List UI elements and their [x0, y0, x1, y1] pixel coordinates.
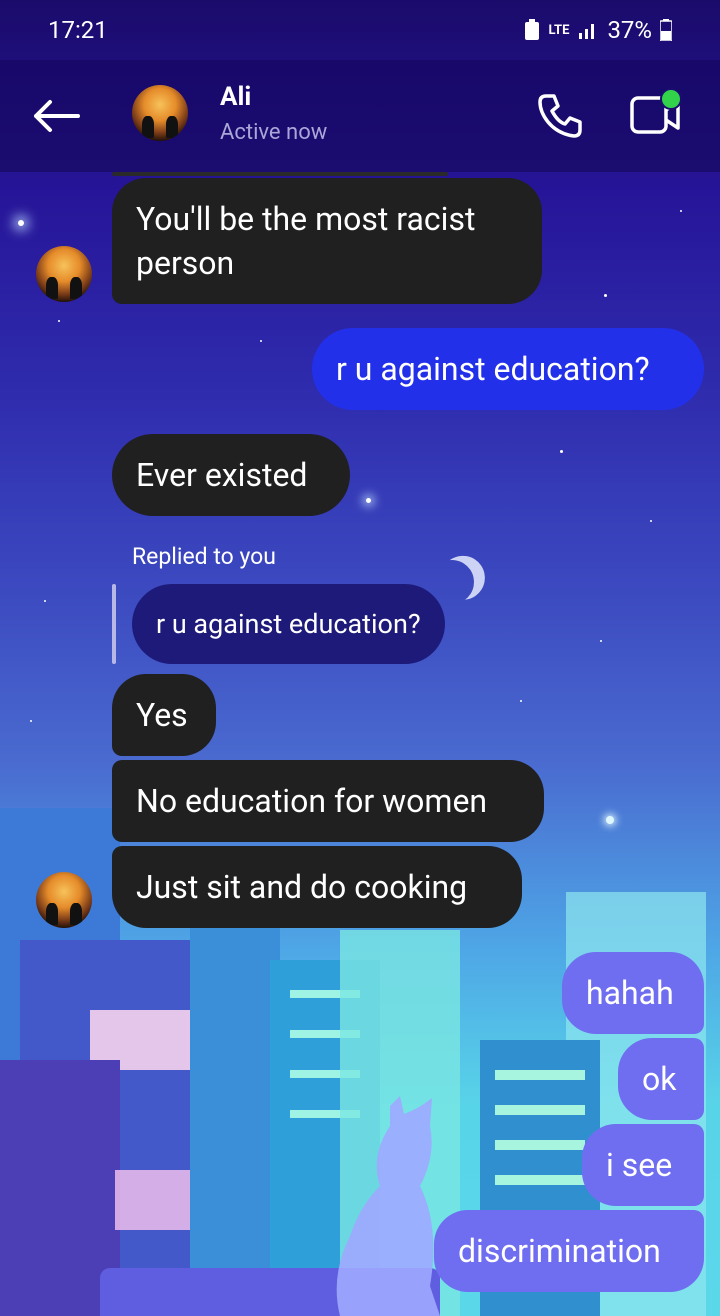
signal-icon — [579, 24, 595, 39]
incoming-message[interactable]: Yes — [112, 674, 216, 756]
phone-icon[interactable] — [536, 92, 584, 140]
message-text-line: You'll be the most racist — [136, 200, 476, 238]
quoted-text: r u against education? — [156, 608, 421, 640]
back-arrow-icon[interactable] — [30, 96, 82, 136]
sender-avatar[interactable] — [36, 872, 92, 928]
message-text: i see — [606, 1146, 673, 1184]
message-text-line: person — [136, 244, 235, 282]
battery-icon — [660, 19, 672, 41]
quoted-message[interactable]: r u against education? — [132, 584, 445, 664]
online-status-dot — [660, 88, 682, 110]
sender-avatar[interactable] — [36, 246, 92, 302]
outgoing-message[interactable]: r u against education? — [312, 328, 704, 410]
contact-status: Active now — [220, 120, 328, 145]
incoming-message[interactable]: No education for women — [112, 760, 544, 842]
outgoing-message[interactable]: discrimination — [434, 1210, 704, 1292]
contact-name[interactable]: Ali — [220, 82, 251, 112]
reply-indicator-bar — [112, 584, 116, 664]
message-text: r u against education? — [336, 350, 650, 388]
chat-header: Ali Active now — [0, 60, 720, 172]
message-text: Just sit and do cooking — [136, 868, 468, 906]
message-text: hahah — [586, 974, 674, 1012]
incoming-message[interactable]: Ever existed — [112, 434, 350, 516]
battery-percent: 37% — [607, 16, 652, 44]
message-text: discrimination — [458, 1232, 661, 1270]
cat-illustration — [336, 1096, 440, 1316]
scroll-edge — [112, 172, 448, 176]
status-bar: 17:21 LTE 37% — [0, 0, 720, 60]
outgoing-message[interactable]: hahah — [562, 952, 704, 1034]
message-text: ok — [642, 1060, 677, 1098]
incoming-message[interactable]: Just sit and do cooking — [112, 846, 522, 928]
message-text: Ever existed — [136, 456, 308, 494]
battery-saver-icon — [525, 19, 540, 40]
contact-avatar[interactable] — [132, 85, 188, 141]
status-indicators: LTE 37% — [524, 16, 672, 44]
incoming-message[interactable]: You'll be the most racist person — [112, 178, 542, 304]
message-text: No education for women — [136, 782, 488, 820]
reply-label: Replied to you — [132, 543, 276, 570]
message-text: Yes — [136, 696, 188, 734]
status-time: 17:21 — [48, 16, 108, 44]
outgoing-message[interactable]: i see — [582, 1124, 704, 1206]
network-type: LTE — [548, 22, 570, 38]
outgoing-message[interactable]: ok — [618, 1038, 704, 1120]
